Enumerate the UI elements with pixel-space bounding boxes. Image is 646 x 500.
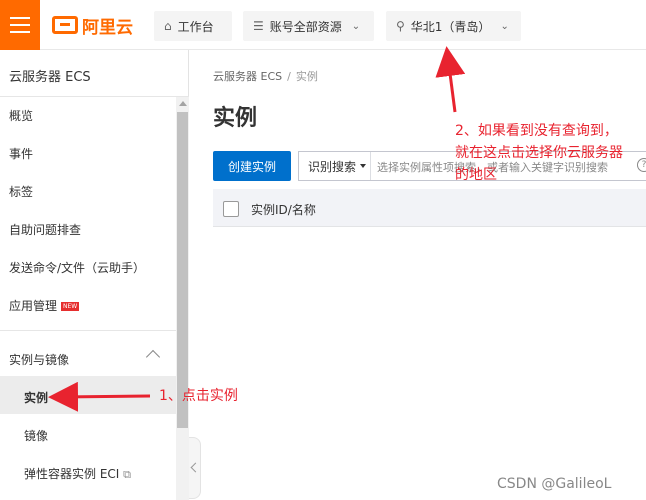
arrow-to-instances bbox=[48, 381, 151, 412]
annotation-line: 就在这点击选择你云服务器 bbox=[455, 145, 623, 161]
annotation-line: 的地区 bbox=[455, 167, 497, 183]
annotation-step2: 2、如果看到没有查询到， 就在这点击选择你云服务器 的地区 bbox=[455, 120, 623, 186]
annotation-arrows bbox=[48, 46, 466, 412]
annotation-line: 2、如果看到没有查询到， bbox=[455, 123, 618, 139]
arrow-to-region bbox=[435, 46, 466, 113]
watermark: CSDN @GalileoL bbox=[497, 476, 612, 492]
annotation-step1: 1、点击实例 bbox=[159, 388, 238, 404]
